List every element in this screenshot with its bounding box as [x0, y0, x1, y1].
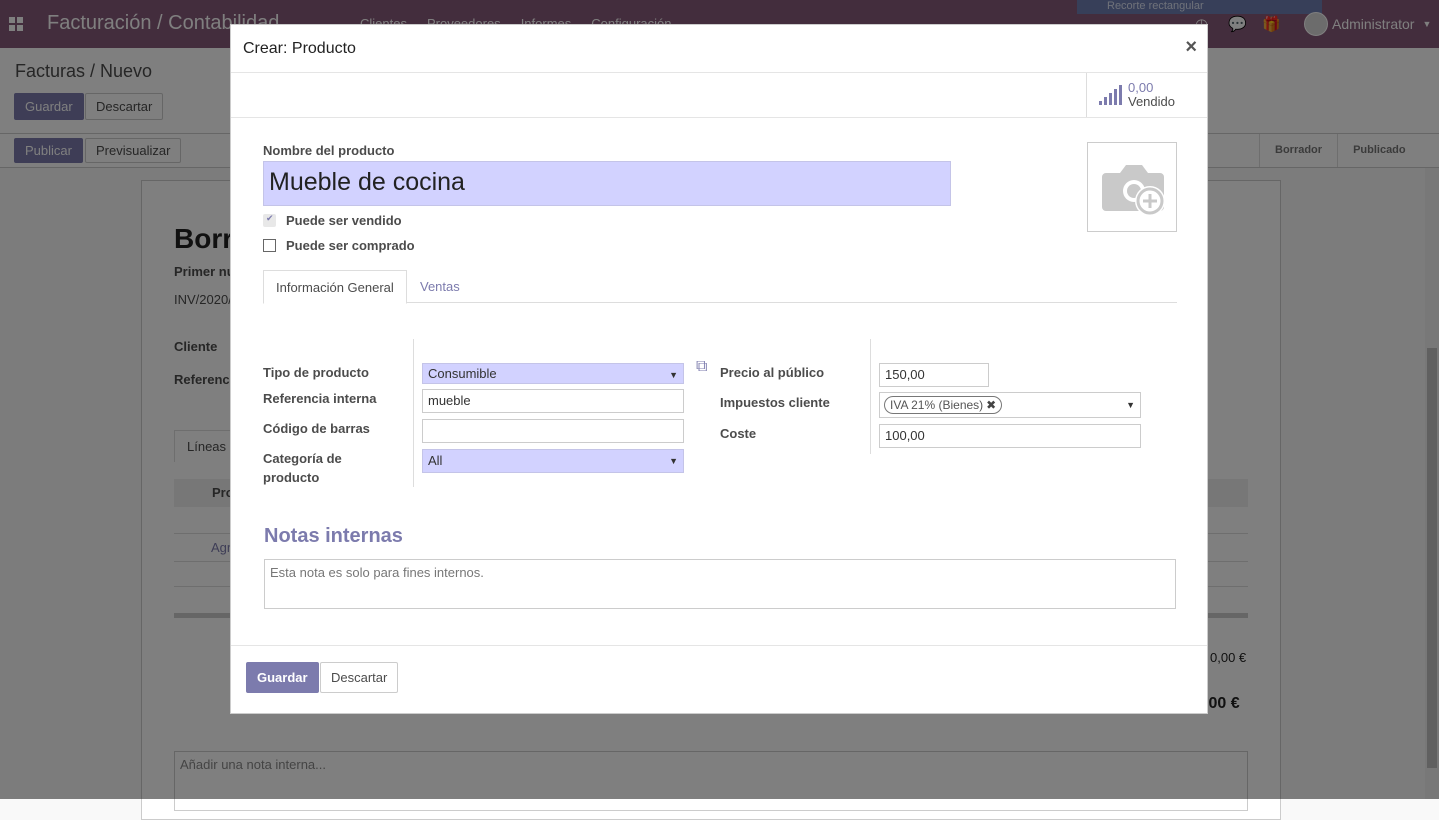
- internal-reference-input[interactable]: mueble: [422, 389, 684, 413]
- product-name-input[interactable]: Mueble de cocina: [263, 161, 951, 206]
- dialog-title: Crear: Producto: [243, 40, 356, 57]
- product-form: Nombre del producto Mueble de cocina Pue…: [231, 119, 1207, 644]
- sold-smart-button[interactable]: 0,00 Vendido: [1086, 73, 1207, 117]
- dialog-save-button[interactable]: Guardar: [246, 662, 319, 693]
- group-separator: [413, 339, 414, 487]
- bar-chart-icon: [1099, 85, 1122, 105]
- tax-tag[interactable]: IVA 21% (Bienes) ✖: [884, 396, 1003, 414]
- can-be-sold-checkbox[interactable]: [263, 213, 276, 227]
- can-be-purchased-checkbox[interactable]: [263, 239, 276, 252]
- internal-notes-textarea[interactable]: Esta nota es solo para fines internos.: [264, 559, 1176, 609]
- sold-value: 0,00: [1128, 80, 1154, 95]
- category-label-line2: producto: [263, 470, 320, 485]
- external-link-icon[interactable]: ⧉: [696, 358, 707, 376]
- camera-add-icon: [1102, 165, 1165, 216]
- dialog-discard-button[interactable]: Descartar: [320, 662, 399, 693]
- sale-price-label: Precio al público: [720, 365, 825, 380]
- tab-general-info[interactable]: Información General: [263, 270, 407, 304]
- create-product-dialog: Crear: Producto × 0,00 Vendido Nombre de…: [230, 24, 1208, 714]
- cost-input[interactable]: 100,00: [879, 424, 1141, 448]
- can-be-sold-label: Puede ser vendido: [286, 213, 402, 228]
- product-image-upload[interactable]: [1087, 142, 1177, 232]
- barcode-label: Código de barras: [263, 421, 370, 436]
- button-box: 0,00 Vendido: [231, 73, 1207, 118]
- sold-label: Vendido: [1128, 94, 1175, 109]
- tab-sales[interactable]: Ventas: [408, 270, 472, 303]
- category-select[interactable]: All ▼: [422, 449, 684, 473]
- notes-title: Notas internas: [264, 525, 403, 547]
- category-value: All: [428, 453, 443, 468]
- caret-down-icon[interactable]: ▼: [1126, 400, 1135, 410]
- internal-reference-label: Referencia interna: [263, 391, 377, 406]
- dialog-header: Crear: Producto ×: [231, 25, 1207, 73]
- notebook-tabs: Información General Ventas: [263, 270, 1177, 304]
- close-icon[interactable]: ×: [1185, 36, 1197, 59]
- product-type-value: Consumible: [428, 366, 497, 381]
- caret-down-icon: ▼: [669, 456, 678, 466]
- dialog-footer: Guardar Descartar: [231, 645, 1207, 713]
- can-be-purchased-label: Puede ser comprado: [286, 238, 415, 253]
- customer-taxes-input[interactable]: IVA 21% (Bienes) ✖ ▼: [879, 392, 1141, 418]
- remove-tag-icon[interactable]: ✖: [986, 398, 996, 412]
- chevron-down-icon: ▼: [669, 370, 678, 380]
- cost-label: Coste: [720, 426, 757, 441]
- barcode-input[interactable]: [422, 419, 684, 443]
- product-type-select[interactable]: Consumible ▼: [422, 363, 684, 384]
- smart-button-text: 0,00 Vendido: [1128, 81, 1175, 109]
- category-label-line1: Categoría de: [263, 451, 342, 466]
- customer-taxes-label: Impuestos cliente: [720, 395, 830, 410]
- product-name-label: Nombre del producto: [263, 143, 395, 158]
- sale-price-input[interactable]: 150,00: [879, 363, 989, 387]
- category-label: Categoría de producto: [263, 451, 342, 485]
- tax-tag-label: IVA 21% (Bienes): [890, 398, 984, 412]
- product-type-label: Tipo de producto: [263, 365, 369, 380]
- group-separator: [870, 339, 871, 454]
